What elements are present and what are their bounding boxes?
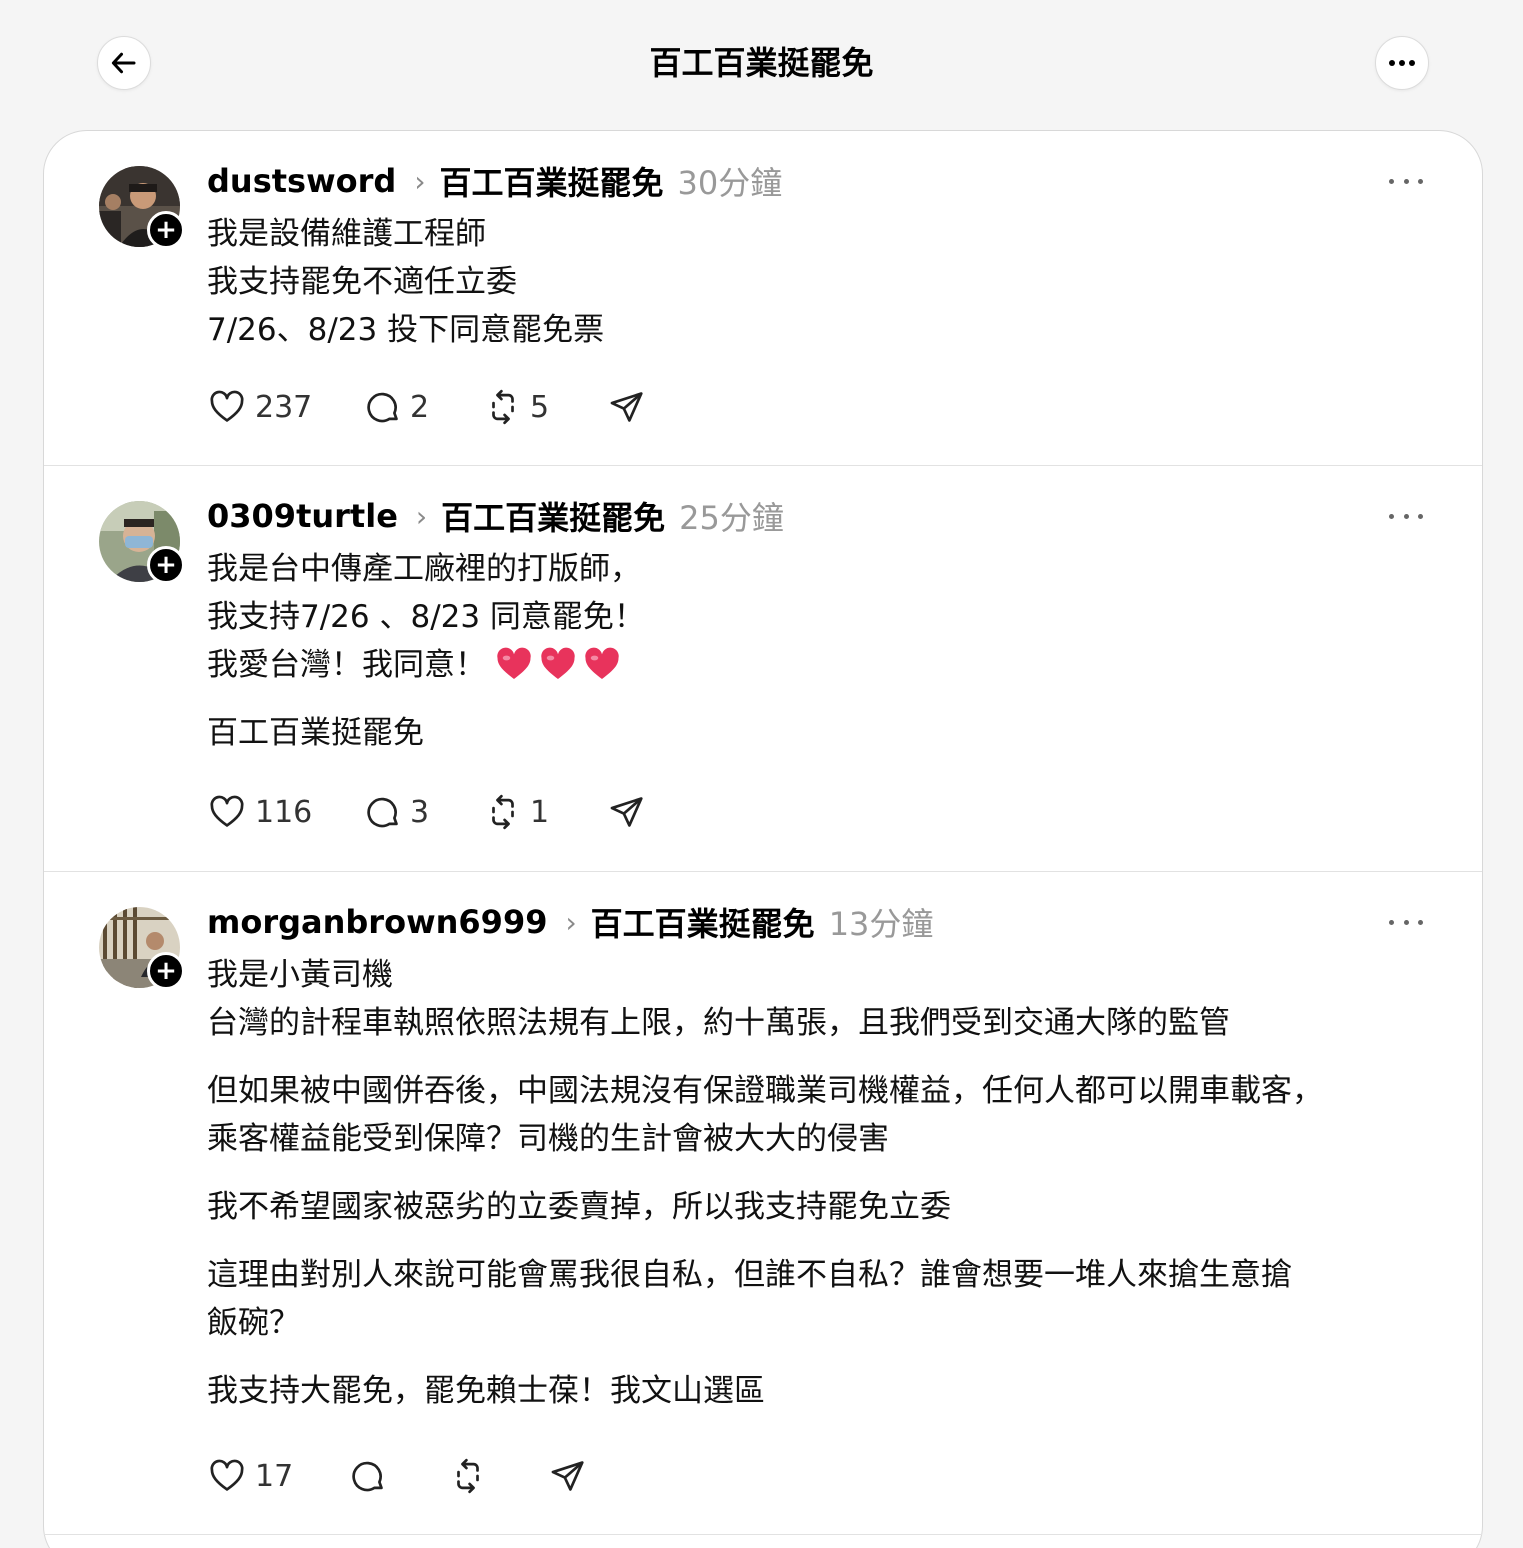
post-line: 我愛台灣！我同意！ xyxy=(207,647,486,683)
post-line: 我不希望國家被惡劣的立委賣掉，所以我支持罷免立委 xyxy=(207,1189,951,1225)
page-title: 百工百業挺罷免 xyxy=(649,44,874,82)
post-line: 7/26、8/23 投下同意罷免票 xyxy=(207,312,605,348)
chevron-right-icon: › xyxy=(565,905,577,939)
comment-bubble-icon xyxy=(367,797,398,828)
comment-button[interactable]: 3 xyxy=(364,790,429,834)
share-button[interactable] xyxy=(607,385,647,429)
post-line: 這理由對別人來說可能會罵我很自私，但誰不自私？誰會想要一堆人來搶生意搶 xyxy=(207,1257,1292,1293)
like-button[interactable]: 237 xyxy=(207,385,312,429)
post-body: 我是設備維護工程師 我支持罷免不適任立委 7/26、8/23 投下同意罷免票 xyxy=(207,210,1447,354)
feed-card: + dustsword › 百工百業挺罷免 30分鐘 我是設備維護工程師 我支持… xyxy=(43,130,1483,1548)
repost-button[interactable]: 1 xyxy=(484,790,549,834)
username[interactable]: morganbrown6999 xyxy=(207,903,547,941)
comment-button[interactable] xyxy=(349,1454,387,1498)
post-line: 我是小黃司機 xyxy=(207,957,393,993)
post-header: morganbrown6999 › 百工百業挺罷免 13分鐘 xyxy=(207,900,933,944)
post-line: 我支持大罷免，罷免賴士葆！我文山選區 xyxy=(207,1373,765,1409)
repost-button[interactable] xyxy=(449,1454,487,1498)
like-count: 237 xyxy=(255,389,313,425)
post-line-with-emoji: 我愛台灣！我同意！ xyxy=(207,641,1447,689)
share-button[interactable] xyxy=(607,790,647,834)
comment-count: 3 xyxy=(410,794,430,830)
heart-emoji-icon xyxy=(585,647,619,679)
post-line: 我是設備維護工程師 xyxy=(207,216,486,252)
post-body: 我是小黃司機 台灣的計程車執照依照法規有上限，約十萬張，且我們受到交通大隊的監管… xyxy=(207,951,1447,1415)
heart-icon xyxy=(210,795,244,827)
post: + 0309turtle › 百工百業挺罷免 25分鐘 我是台中傳產工廠裡的打版… xyxy=(44,466,1482,871)
timestamp: 25分鐘 xyxy=(679,499,784,537)
post-line: 我支持7/26 、8/23 同意罷免！ xyxy=(207,599,645,635)
post-line: 飯碗？ xyxy=(207,1305,300,1341)
share-button[interactable] xyxy=(548,1454,588,1498)
post-line: 但如果被中國併吞後，中國法規沒有保證職業司機權益，任何人都可以開車載客， xyxy=(207,1073,1323,1109)
repost-count: 5 xyxy=(530,389,550,425)
comment-bubble-icon xyxy=(367,392,398,423)
post-more-button[interactable] xyxy=(1389,511,1423,521)
comment-count: 2 xyxy=(410,389,430,425)
follow-button[interactable]: + xyxy=(147,211,185,249)
send-icon xyxy=(610,392,643,422)
send-icon xyxy=(551,1461,584,1491)
heart-emoji-icon xyxy=(497,647,531,679)
follow-button[interactable]: + xyxy=(147,546,185,584)
post-paragraph: 這理由對別人來說可能會罵我很自私，但誰不自私？誰會想要一堆人來搶生意搶 飯碗？ xyxy=(207,1251,1447,1347)
post-paragraph: 我不希望國家被惡劣的立委賣掉，所以我支持罷免立委 xyxy=(207,1183,1447,1231)
chevron-right-icon: › xyxy=(415,499,428,533)
community-name[interactable]: 百工百業挺罷免 xyxy=(440,158,664,204)
post-paragraph: 我是小黃司機 台灣的計程車執照依照法規有上限，約十萬張，且我們受到交通大隊的監管 xyxy=(207,951,1447,1047)
timestamp: 30分鐘 xyxy=(677,164,783,202)
post: + dustsword › 百工百業挺罷免 30分鐘 我是設備維護工程師 我支持… xyxy=(44,131,1482,465)
repost-button[interactable]: 5 xyxy=(484,385,549,429)
post-header: 0309turtle › 百工百業挺罷免 25分鐘 xyxy=(207,494,784,538)
like-count: 17 xyxy=(255,1458,294,1494)
post-line: 我是台中傳產工廠裡的打版師， xyxy=(207,551,641,587)
post-line: 乘客權益能受到保障？司機的生計會被大大的侵害 xyxy=(207,1121,889,1157)
post-body: 我是台中傳產工廠裡的打版師， 我支持7/26 、8/23 同意罷免！ 我愛台灣！… xyxy=(207,545,1447,757)
chevron-right-icon: › xyxy=(414,164,426,198)
divider xyxy=(44,1534,1482,1535)
post: + morganbrown6999 › 百工百業挺罷免 13分鐘 我是小黃司機 … xyxy=(44,872,1482,1534)
heart-icon xyxy=(210,390,244,422)
post-more-button[interactable] xyxy=(1389,917,1423,927)
username[interactable]: dustsword xyxy=(207,162,396,200)
repost-icon xyxy=(457,1458,479,1494)
top-bar: 百工百業挺罷免 xyxy=(0,0,1523,125)
post-line: 台灣的計程車執照依照法規有上限，約十萬張，且我們受到交通大隊的監管 xyxy=(207,1005,1230,1041)
like-button[interactable]: 116 xyxy=(207,790,312,834)
send-icon xyxy=(610,797,643,827)
repost-icon xyxy=(492,794,514,830)
like-button[interactable]: 17 xyxy=(207,1454,293,1498)
post-line: 百工百業挺罷免 xyxy=(207,715,424,751)
post-header: dustsword › 百工百業挺罷免 30分鐘 xyxy=(207,159,782,203)
username[interactable]: 0309turtle xyxy=(207,497,398,535)
heart-icon xyxy=(210,1459,244,1491)
repost-icon xyxy=(492,389,514,425)
comment-bubble-icon xyxy=(352,1461,383,1492)
community-name[interactable]: 百工百業挺罷免 xyxy=(591,899,815,945)
post-paragraph: 但如果被中國併吞後，中國法規沒有保證職業司機權益，任何人都可以開車載客， 乘客權… xyxy=(207,1067,1447,1163)
heart-emoji-icon xyxy=(541,647,575,679)
more-horizontal-icon xyxy=(1389,60,1415,66)
like-count: 116 xyxy=(255,794,313,830)
follow-button[interactable]: + xyxy=(147,952,185,990)
community-name[interactable]: 百工百業挺罷免 xyxy=(441,493,665,539)
post-more-button[interactable] xyxy=(1389,176,1423,186)
more-options-button[interactable] xyxy=(1375,36,1429,90)
timestamp: 13分鐘 xyxy=(828,905,934,943)
post-line: 我支持罷免不適任立委 xyxy=(207,264,517,300)
comment-button[interactable]: 2 xyxy=(364,385,429,429)
post-paragraph: 我支持大罷免，罷免賴士葆！我文山選區 xyxy=(207,1367,1447,1415)
repost-count: 1 xyxy=(530,794,550,830)
